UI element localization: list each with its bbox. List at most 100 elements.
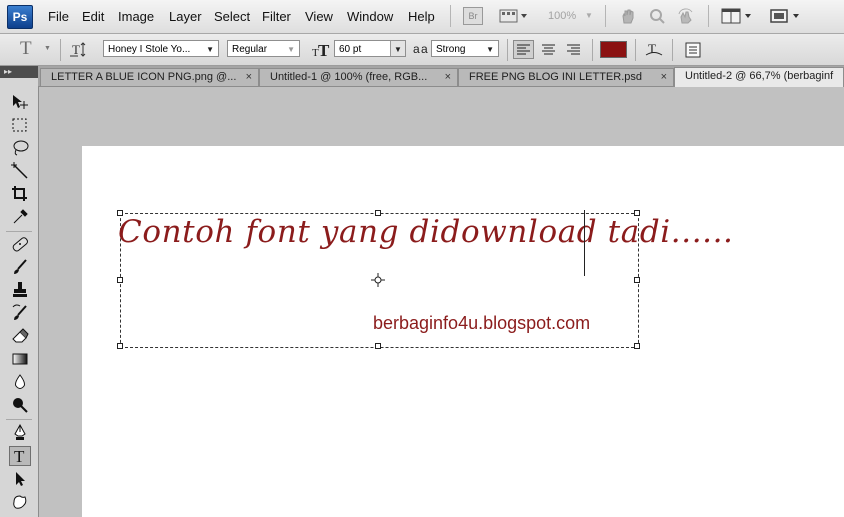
menu-bar: Ps File Edit Image Layer Select Filter V… <box>0 0 844 34</box>
tab-label: FREE PNG BLOG INI LETTER.psd <box>469 71 642 83</box>
clone-stamp-tool[interactable] <box>9 280 31 300</box>
zoom-tool-button[interactable] <box>647 6 667 26</box>
dodge-icon <box>13 398 28 413</box>
close-icon[interactable]: × <box>661 69 667 85</box>
align-left-button[interactable] <box>513 40 534 59</box>
toolbox-separator <box>6 419 32 420</box>
menu-filter[interactable]: Filter <box>262 9 291 24</box>
tab-free-png-blog[interactable]: FREE PNG BLOG INI LETTER.psd × <box>458 68 674 86</box>
antialias-value: Strong <box>436 44 466 55</box>
transform-handle-middle-right[interactable] <box>634 277 640 283</box>
type-tool[interactable]: T <box>9 446 31 466</box>
blog-text-layer[interactable]: berbaginfo4u.blogspot.com <box>373 313 590 334</box>
text-orientation-icon: T <box>70 42 86 57</box>
menu-separator <box>605 5 606 27</box>
menu-image[interactable]: Image <box>118 9 154 24</box>
gradient-tool[interactable] <box>9 349 31 369</box>
eraser-tool[interactable] <box>9 326 31 346</box>
toolbox-grip[interactable]: ▸▸ <box>0 66 38 78</box>
tool-preset-picker[interactable]: T ▼ <box>16 38 52 60</box>
blur-tool[interactable] <box>9 372 31 392</box>
align-center-button[interactable] <box>538 40 559 59</box>
lasso-tool[interactable] <box>9 138 31 158</box>
bridge-button[interactable]: Br <box>462 6 484 26</box>
screen-mode-button[interactable] <box>768 6 804 26</box>
reference-point-icon[interactable] <box>371 273 385 287</box>
zoom-level-select[interactable]: 100% <box>548 10 576 22</box>
script-text-layer[interactable]: Contoh font yang didownload tadi...... <box>118 214 733 250</box>
tab-untitled-2[interactable]: Untitled-2 @ 66,7% (berbaginf <box>674 67 844 87</box>
pen-tool[interactable] <box>9 423 31 443</box>
tab-label: Untitled-1 @ 100% (free, RGB... <box>270 71 428 83</box>
svg-text:T: T <box>72 42 80 57</box>
font-size-value: 60 pt <box>339 44 362 55</box>
align-right-button[interactable] <box>563 40 584 59</box>
dodge-tool[interactable] <box>9 395 31 415</box>
path-selection-tool[interactable] <box>9 469 31 489</box>
toolbox-separator <box>6 231 32 232</box>
antialias-select[interactable]: Strong ▼ <box>431 40 499 57</box>
eyedropper-tool[interactable] <box>9 207 31 227</box>
menu-view[interactable]: View <box>305 9 333 24</box>
document-tab-bar: LETTER A BLUE ICON PNG.png @... × Untitl… <box>38 66 844 87</box>
custom-shape-icon <box>13 495 27 509</box>
menu-help[interactable]: Help <box>408 9 435 24</box>
text-orientation-button[interactable]: T <box>68 40 88 59</box>
water-drop-icon <box>15 374 25 389</box>
chevron-down-icon: ▼ <box>486 45 494 54</box>
history-brush-tool[interactable] <box>9 303 31 323</box>
warp-text-button[interactable]: T <box>643 40 665 59</box>
arrange-documents-button[interactable] <box>720 6 756 26</box>
screen-extras-button[interactable] <box>497 6 531 26</box>
menu-file[interactable]: File <box>48 9 69 24</box>
custom-shape-tool[interactable] <box>9 492 31 512</box>
chevron-down-icon: ▼ <box>585 11 593 20</box>
lasso-icon <box>13 140 29 156</box>
healing-brush-tool[interactable] <box>9 234 31 254</box>
brush-tool[interactable] <box>9 257 31 277</box>
svg-text:T: T <box>14 447 25 465</box>
menu-window[interactable]: Window <box>347 9 393 24</box>
menu-separator <box>708 5 709 27</box>
font-style-select[interactable]: Regular ▼ <box>227 40 300 57</box>
options-separator <box>507 39 508 61</box>
close-icon[interactable]: × <box>445 69 451 85</box>
menu-layer[interactable]: Layer <box>169 9 202 24</box>
move-icon <box>13 95 28 109</box>
text-color-swatch[interactable] <box>600 41 627 58</box>
history-brush-icon <box>12 304 27 320</box>
character-panel-button[interactable] <box>682 40 704 59</box>
crop-tool[interactable] <box>9 184 31 204</box>
magic-wand-tool[interactable] <box>9 161 31 181</box>
align-center-icon <box>542 44 555 55</box>
transform-handle-bottom-center[interactable] <box>375 343 381 349</box>
close-icon[interactable]: × <box>246 69 252 85</box>
arrange-icon <box>721 8 751 24</box>
hand-tool-button[interactable] <box>618 6 638 26</box>
tab-letter-a-blue-icon[interactable]: LETTER A BLUE ICON PNG.png @... × <box>40 68 259 86</box>
font-size-icon-wrapper: TT <box>312 40 332 60</box>
bridge-icon: Br <box>463 7 483 25</box>
transform-handle-bottom-left[interactable] <box>117 343 123 349</box>
font-family-value: Honey I Stole Yo... <box>108 44 191 55</box>
chevron-down-icon: ▼ <box>287 45 295 54</box>
options-separator <box>635 39 636 61</box>
gradient-icon <box>12 353 28 365</box>
font-family-select[interactable]: Honey I Stole Yo... ▼ <box>103 40 219 57</box>
magnifier-icon <box>650 9 665 24</box>
align-right-icon <box>567 44 580 55</box>
marquee-tool[interactable] <box>9 115 31 135</box>
move-tool[interactable] <box>9 92 31 112</box>
font-size-field[interactable]: 60 pt ▼ <box>334 40 406 57</box>
transform-handle-middle-left[interactable] <box>117 277 123 283</box>
rotate-view-button[interactable] <box>676 6 696 26</box>
menu-select[interactable]: Select <box>214 9 250 24</box>
film-strip-icon <box>499 9 527 23</box>
brush-icon <box>14 259 27 274</box>
transform-handle-bottom-right[interactable] <box>634 343 640 349</box>
type-icon: T <box>14 447 25 465</box>
type-tool-icon: T <box>20 38 32 59</box>
options-separator <box>672 39 673 61</box>
menu-edit[interactable]: Edit <box>82 9 104 24</box>
tab-untitled-1[interactable]: Untitled-1 @ 100% (free, RGB... × <box>259 68 458 86</box>
